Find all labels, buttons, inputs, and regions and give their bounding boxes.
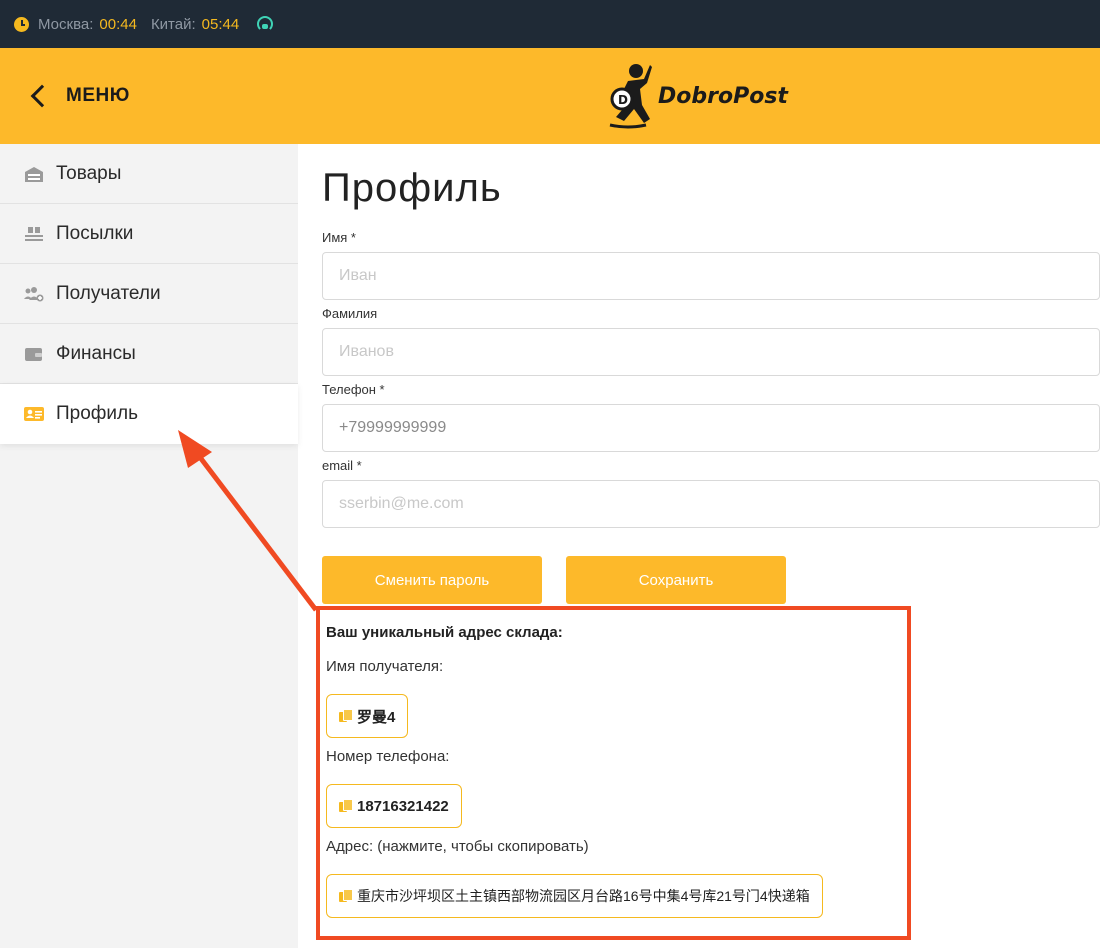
address-label: Адрес: (нажмите, чтобы скопировать)	[326, 838, 589, 855]
save-button[interactable]: Сохранить	[566, 556, 786, 604]
moscow-label: Москва:	[38, 15, 94, 33]
phone-number-label: Номер телефона:	[326, 748, 450, 765]
sidebar-item-label: Получатели	[56, 282, 161, 304]
recipients-icon	[24, 286, 44, 301]
sidebar-item-goods[interactable]: Товары	[0, 144, 298, 204]
sidebar-item-label: Товары	[56, 162, 122, 184]
clock-icon	[14, 16, 29, 32]
chevron-left-icon	[30, 84, 54, 108]
sidebar-item-profile[interactable]: Профиль	[0, 384, 298, 444]
page-title: Профиль	[322, 166, 502, 210]
phone-field[interactable]: +79999999999	[322, 404, 1100, 452]
profile-card-icon	[24, 407, 44, 421]
warehouse-address-box: Ваш уникальный адрес склада: Имя получат…	[316, 606, 911, 940]
sidebar-item-label: Профиль	[56, 403, 139, 424]
logo[interactable]: D DobroPost	[606, 54, 788, 138]
last-name-field[interactable]	[322, 328, 1100, 376]
sidebar-item-finance[interactable]: Финансы	[0, 324, 298, 384]
courier-logo-icon: D	[609, 64, 652, 129]
sidebar: Товары Посылки Получатели Финансы Профил…	[0, 144, 298, 948]
change-password-button[interactable]: Сменить пароль	[322, 556, 542, 604]
recipient-copy-chip[interactable]: 罗曼4	[326, 694, 409, 738]
parcels-icon	[25, 226, 43, 241]
logo-text: DobroPost	[658, 83, 788, 109]
menu-button[interactable]: МЕНЮ	[28, 76, 130, 116]
menu-label: МЕНЮ	[66, 85, 130, 106]
phone-label: Телефон *	[322, 382, 385, 397]
first-name-label: Имя *	[322, 230, 356, 245]
copy-icon	[339, 709, 353, 723]
copy-icon	[339, 799, 353, 813]
status-bar: Москва: 00:44 Китай: 05:44	[0, 0, 1100, 48]
header: МЕНЮ D DobroPost	[0, 48, 1100, 144]
address-copy-chip[interactable]: 重庆市沙坪坝区土主镇西部物流园区月台路16号中集4号库21号门4快递箱	[326, 874, 823, 918]
wallet-icon	[25, 347, 42, 361]
address-value: 重庆市沙坪坝区土主镇西部物流园区月台路16号中集4号库21号门4快递箱	[357, 888, 810, 904]
svg-text:D: D	[618, 93, 628, 107]
warehouse-icon	[25, 166, 43, 182]
moscow-time: 00:44	[99, 15, 137, 33]
first-name-field[interactable]	[322, 252, 1100, 300]
warehouse-title: Ваш уникальный адрес склада:	[326, 624, 563, 641]
sidebar-item-parcels[interactable]: Посылки	[0, 204, 298, 264]
sidebar-item-label: Посылки	[56, 222, 134, 244]
recipient-label: Имя получателя:	[326, 658, 444, 675]
copy-icon	[339, 889, 353, 903]
phone-copy-chip[interactable]: 18716321422	[326, 784, 462, 828]
sidebar-item-recipients[interactable]: Получатели	[0, 264, 298, 324]
recipient-value: 罗曼4	[357, 708, 396, 726]
form-actions: Сменить пароль Сохранить	[322, 556, 1100, 604]
profile-form: Профиль Имя * Фамилия Телефон * +7999999…	[322, 144, 1100, 604]
china-time: 05:44	[201, 15, 240, 33]
sidebar-item-label: Финансы	[56, 342, 136, 364]
china-label: Китай:	[150, 15, 196, 33]
email-field[interactable]	[322, 480, 1100, 528]
last-name-label: Фамилия	[322, 306, 378, 321]
support-headset-icon[interactable]	[257, 16, 274, 32]
phone-number-value: 18716321422	[357, 797, 449, 815]
email-label: email *	[322, 458, 362, 473]
